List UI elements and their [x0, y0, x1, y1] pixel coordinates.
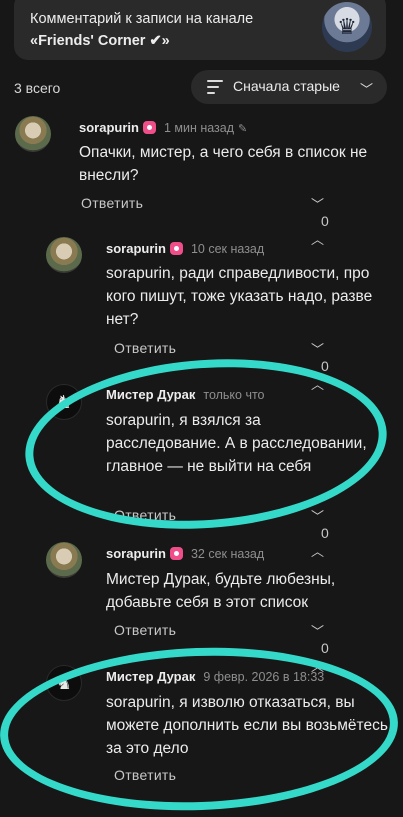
reply-button[interactable]: Ответить: [81, 195, 143, 211]
upvote-icon[interactable]: ︿: [311, 229, 324, 248]
comment-actions: Ответить: [114, 767, 176, 783]
comment-text: sorapurin, ради справедливости, про кого…: [106, 265, 373, 328]
comments-toolbar: 3 всего Сначала старые ﹀: [0, 70, 403, 106]
comment-count: 3 всего: [14, 80, 61, 96]
avatar[interactable]: [15, 116, 51, 152]
vote-controls: ﹀0︿: [311, 506, 339, 560]
reply-button[interactable]: Ответить: [114, 507, 176, 523]
vote-count: 0: [321, 640, 329, 656]
vote-count: 0: [321, 358, 329, 374]
comment-meta: Мистер Дурак 9 февр. 2026 в 18:33: [106, 669, 324, 684]
channel-avatar[interactable]: ♛: [322, 2, 372, 52]
reply-button[interactable]: Ответить: [114, 622, 176, 638]
edited-pencil-icon: ✎: [238, 123, 248, 135]
comment-meta: Мистер Дурак только что: [106, 387, 265, 402]
avatar[interactable]: ♞: [46, 665, 82, 701]
sponsor-badge-icon: [169, 547, 183, 560]
avatar[interactable]: [46, 237, 82, 273]
vote-controls: ﹀0︿: [311, 621, 339, 675]
comment-actions: Ответить: [114, 622, 176, 638]
vote-controls: ﹀0︿: [311, 194, 339, 248]
sort-label: Сначала старые: [233, 78, 340, 94]
comment-text: Мистер Дурак, будьте любезны, добавьте с…: [106, 571, 336, 611]
comment-author[interactable]: Мистер Дурак: [106, 669, 195, 684]
comment-text: sorapurin, я изволю отказаться, вы может…: [106, 694, 388, 757]
sort-button[interactable]: Сначала старые ﹀: [191, 70, 387, 104]
chevron-down-icon: ﹀: [359, 82, 373, 97]
mask-figure-icon: ♞: [55, 673, 73, 693]
avatar[interactable]: ♞: [46, 384, 82, 420]
sponsor-badge-icon: [142, 121, 156, 134]
vote-controls: ﹀0︿: [311, 339, 339, 393]
comment-author[interactable]: sorapurin: [106, 546, 166, 561]
comment-actions: Ответить: [114, 340, 176, 356]
comment-meta: sorapurin 10 сек назад: [106, 241, 264, 256]
comment-time: 10 сек назад: [190, 242, 265, 256]
vote-count: 0: [321, 213, 329, 229]
comment-time: 1 мин назад: [163, 121, 235, 135]
comment-author[interactable]: Мистер Дурак: [106, 387, 195, 402]
reply-button[interactable]: Ответить: [114, 340, 176, 356]
channel-avatar-image: ♛: [337, 14, 357, 39]
post-reference-text: Комментарий к записи на канале «Friends'…: [30, 8, 253, 52]
comment-actions: Ответить: [81, 195, 143, 211]
mask-figure-icon: ♞: [55, 392, 73, 412]
comment-text: sorapurin, я взялся за расследование. А …: [106, 412, 367, 475]
sponsor-badge-icon: [169, 242, 183, 255]
upvote-icon[interactable]: ︿: [311, 374, 324, 393]
comment-author[interactable]: sorapurin: [106, 241, 166, 256]
comment-meta: sorapurin 32 сек назад: [106, 546, 264, 561]
header-line-1: Комментарий к записи на канале: [30, 11, 254, 27]
comment-time: 32 сек назад: [190, 547, 265, 561]
downvote-icon[interactable]: ﹀: [311, 339, 324, 358]
comment-time: только что: [203, 388, 265, 402]
sort-icon: [207, 80, 223, 94]
comment-meta: sorapurin 1 мин назад ✎: [79, 120, 247, 135]
comment-actions: Ответить: [114, 507, 176, 523]
downvote-icon[interactable]: ﹀: [311, 621, 324, 640]
downvote-icon[interactable]: ﹀: [311, 506, 324, 525]
comment-time: 9 февр. 2026 в 18:33: [203, 670, 325, 684]
comment-author[interactable]: sorapurin: [79, 120, 139, 135]
channel-name: «Friends' Corner ✔»: [30, 33, 170, 49]
vote-count: 0: [321, 525, 329, 541]
comment-text: Опачки, мистер, а чего себя в список не …: [79, 144, 368, 184]
downvote-icon[interactable]: ﹀: [311, 194, 324, 213]
post-reference-card[interactable]: Комментарий к записи на канале «Friends'…: [14, 0, 386, 60]
avatar[interactable]: [46, 542, 82, 578]
upvote-icon[interactable]: ︿: [311, 541, 324, 560]
reply-button[interactable]: Ответить: [114, 767, 176, 783]
